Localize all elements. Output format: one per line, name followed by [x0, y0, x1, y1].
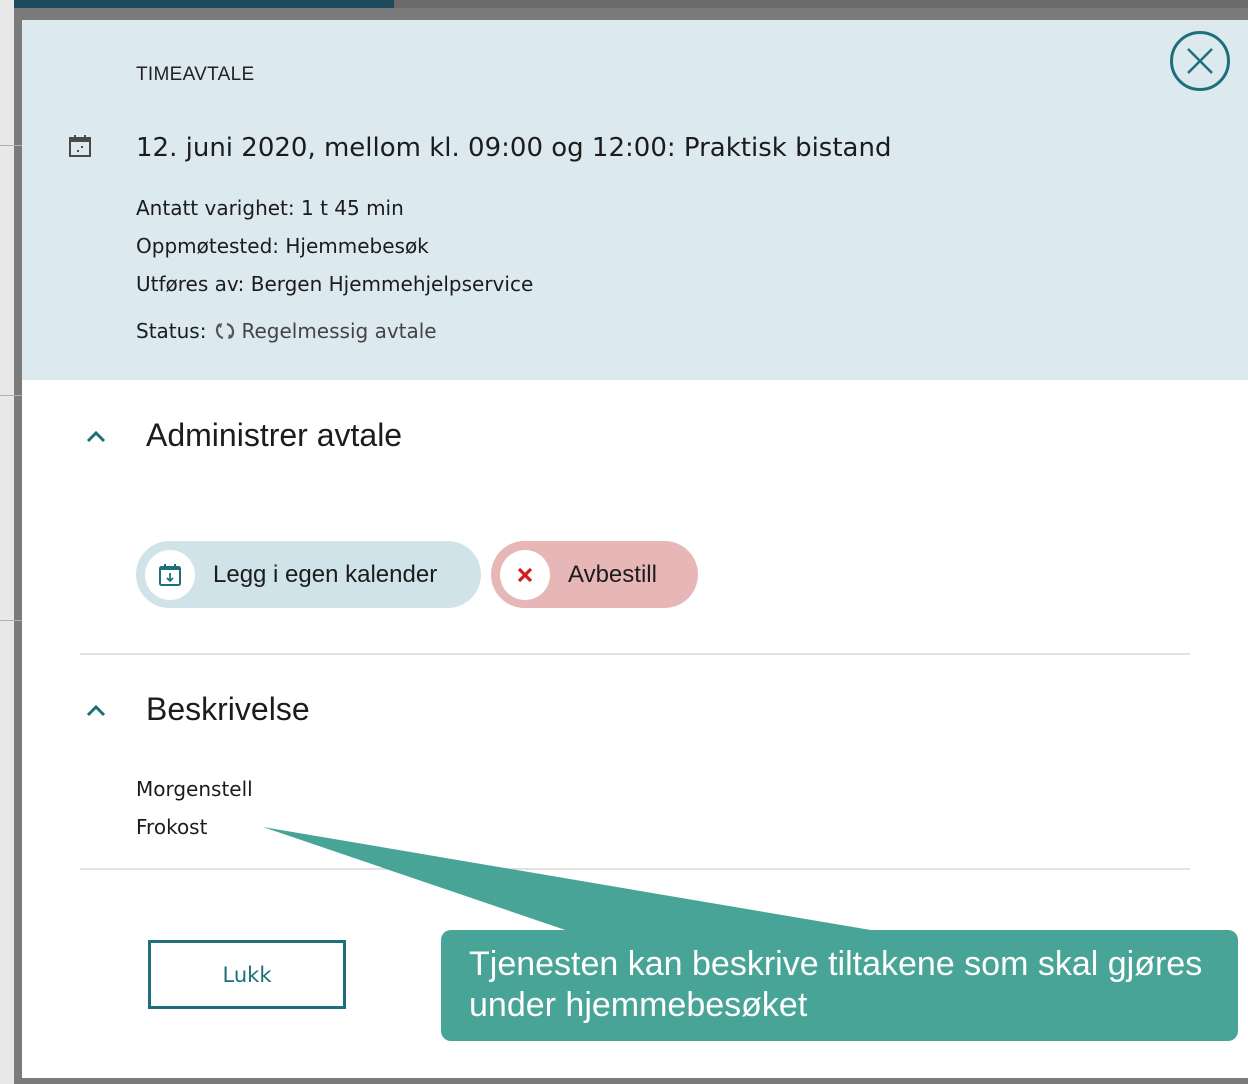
callout-pointer [263, 827, 900, 935]
annotation-callout: Tjenesten kan beskrive tiltakene som ska… [441, 930, 1238, 1041]
